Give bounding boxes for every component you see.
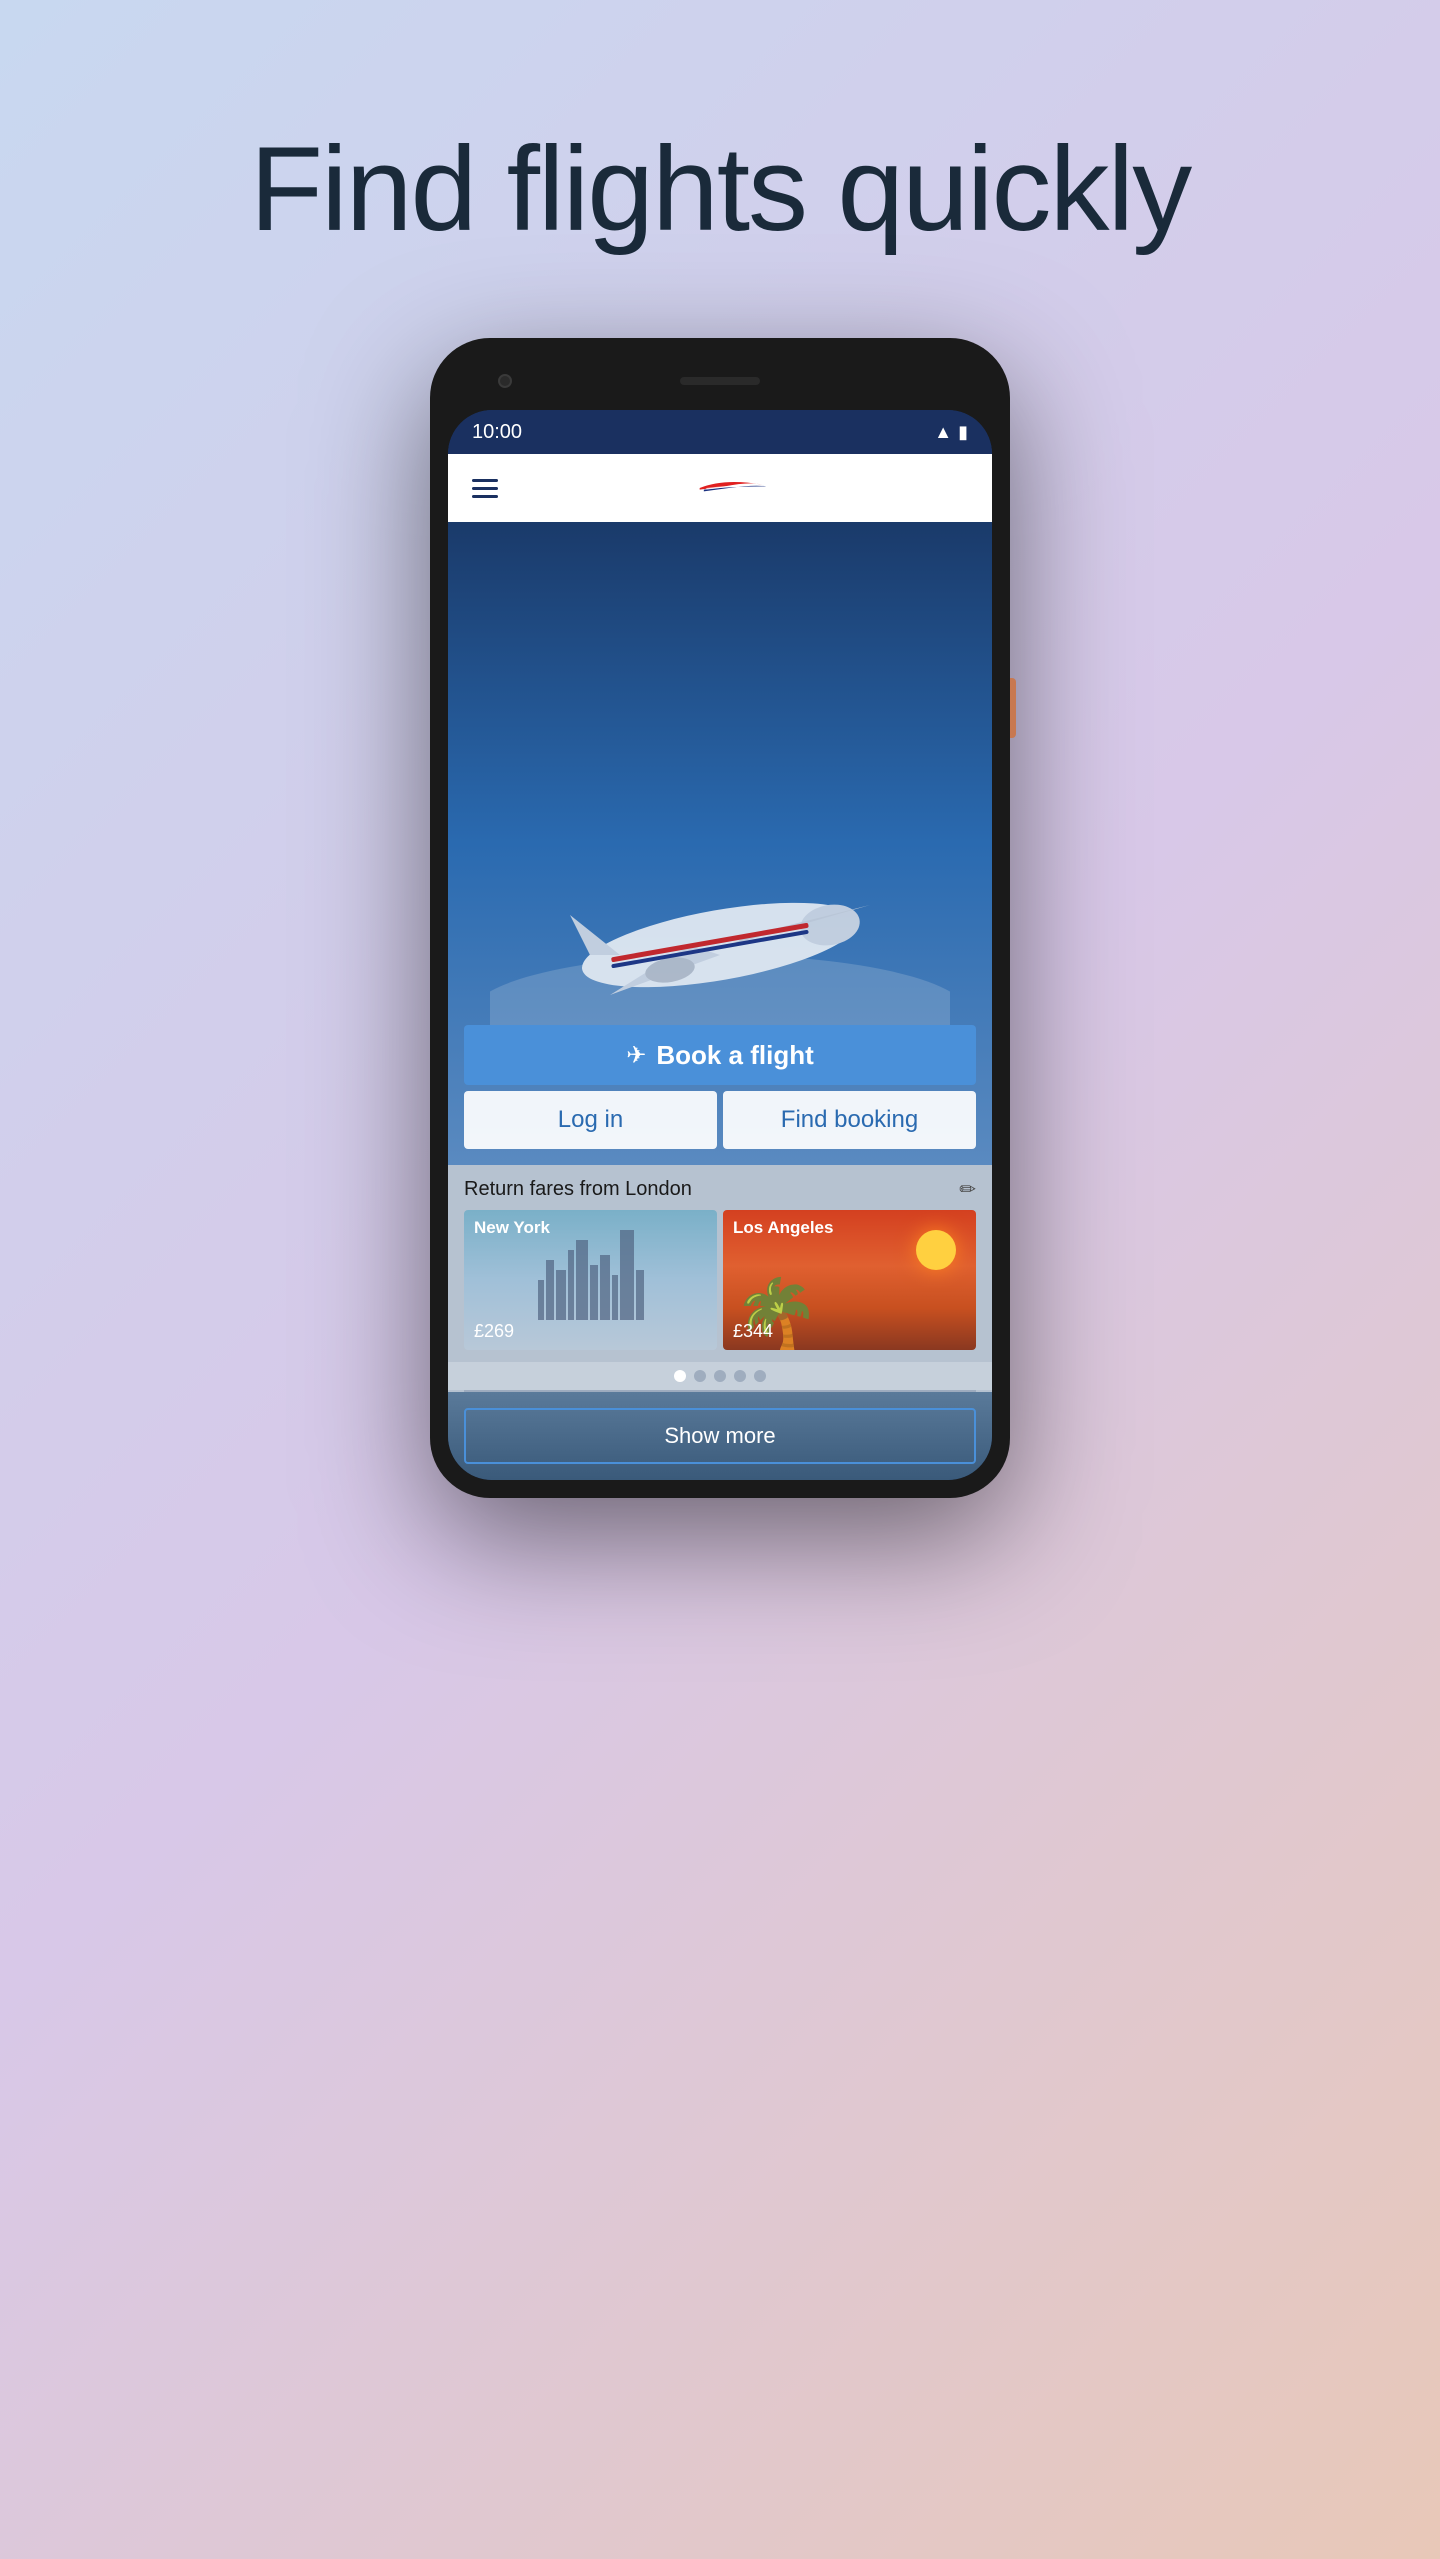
status-time: 10:00 bbox=[472, 421, 522, 444]
battery-icon: ▮ bbox=[958, 422, 968, 443]
hamburger-menu[interactable] bbox=[472, 479, 498, 498]
dest-price-newyork: £269 bbox=[474, 1321, 514, 1342]
login-label: Log in bbox=[558, 1106, 623, 1134]
building bbox=[590, 1265, 598, 1320]
building bbox=[620, 1230, 634, 1320]
show-more-label: Show more bbox=[664, 1423, 775, 1449]
destination-card-la[interactable]: Los Angeles 🌴 £344 bbox=[723, 1210, 976, 1350]
building bbox=[556, 1270, 566, 1320]
book-flight-plane-icon: ✈ bbox=[626, 1041, 646, 1070]
status-bar: 10:00 ▲ ▮ bbox=[448, 410, 992, 454]
status-icons: ▲ ▮ bbox=[934, 422, 968, 443]
action-buttons: ✈ Book a flight Log in Find booking bbox=[448, 1025, 992, 1165]
phone-screen: 10:00 ▲ ▮ bbox=[448, 410, 992, 1480]
fares-header: Return fares from London ✏ bbox=[448, 1165, 992, 1210]
la-sun bbox=[916, 1230, 956, 1270]
building bbox=[612, 1275, 618, 1320]
fares-title: Return fares from London bbox=[464, 1178, 692, 1201]
carousel-dot-3[interactable] bbox=[714, 1370, 726, 1382]
hero-section: ✈ Book a flight Log in Find booking bbox=[448, 522, 992, 1165]
logo-area bbox=[498, 468, 968, 508]
building bbox=[546, 1260, 554, 1320]
carousel-dot-1[interactable] bbox=[674, 1370, 686, 1382]
destination-cards: New York £269 bbox=[448, 1210, 992, 1362]
building bbox=[576, 1240, 588, 1320]
find-booking-label: Find booking bbox=[781, 1106, 918, 1134]
menu-line-2 bbox=[472, 487, 498, 490]
camera bbox=[498, 374, 512, 388]
book-flight-button[interactable]: ✈ Book a flight bbox=[464, 1025, 976, 1085]
carousel-dot-5[interactable] bbox=[754, 1370, 766, 1382]
ba-logo bbox=[683, 468, 783, 508]
signal-icon: ▲ bbox=[934, 422, 952, 443]
fares-section: Return fares from London ✏ New York bbox=[448, 1165, 992, 1392]
menu-line-1 bbox=[472, 479, 498, 482]
building bbox=[636, 1270, 644, 1320]
ny-skyline bbox=[464, 1230, 717, 1320]
carousel-dots bbox=[448, 1362, 992, 1390]
secondary-buttons: Log in Find booking bbox=[464, 1091, 976, 1149]
app-header bbox=[448, 454, 992, 522]
dest-name-la: Los Angeles bbox=[733, 1218, 833, 1238]
edit-icon[interactable]: ✏ bbox=[959, 1177, 976, 1202]
phone-top-bar bbox=[448, 356, 992, 406]
book-flight-label: Book a flight bbox=[656, 1040, 813, 1071]
carousel-dot-4[interactable] bbox=[734, 1370, 746, 1382]
building bbox=[538, 1280, 544, 1320]
dest-price-la: £344 bbox=[733, 1321, 773, 1342]
destination-card-newyork[interactable]: New York £269 bbox=[464, 1210, 717, 1350]
show-more-button[interactable]: Show more bbox=[464, 1408, 976, 1464]
building bbox=[568, 1250, 574, 1320]
speaker bbox=[680, 377, 760, 385]
menu-line-3 bbox=[472, 495, 498, 498]
login-button[interactable]: Log in bbox=[464, 1091, 717, 1149]
phone-frame: 10:00 ▲ ▮ bbox=[430, 338, 1010, 1498]
carousel-dot-2[interactable] bbox=[694, 1370, 706, 1382]
show-more-area: Show more bbox=[448, 1392, 992, 1480]
find-booking-button[interactable]: Find booking bbox=[723, 1091, 976, 1149]
building bbox=[600, 1255, 610, 1320]
side-button bbox=[1010, 678, 1016, 738]
page-title: Find flights quickly bbox=[250, 120, 1190, 258]
